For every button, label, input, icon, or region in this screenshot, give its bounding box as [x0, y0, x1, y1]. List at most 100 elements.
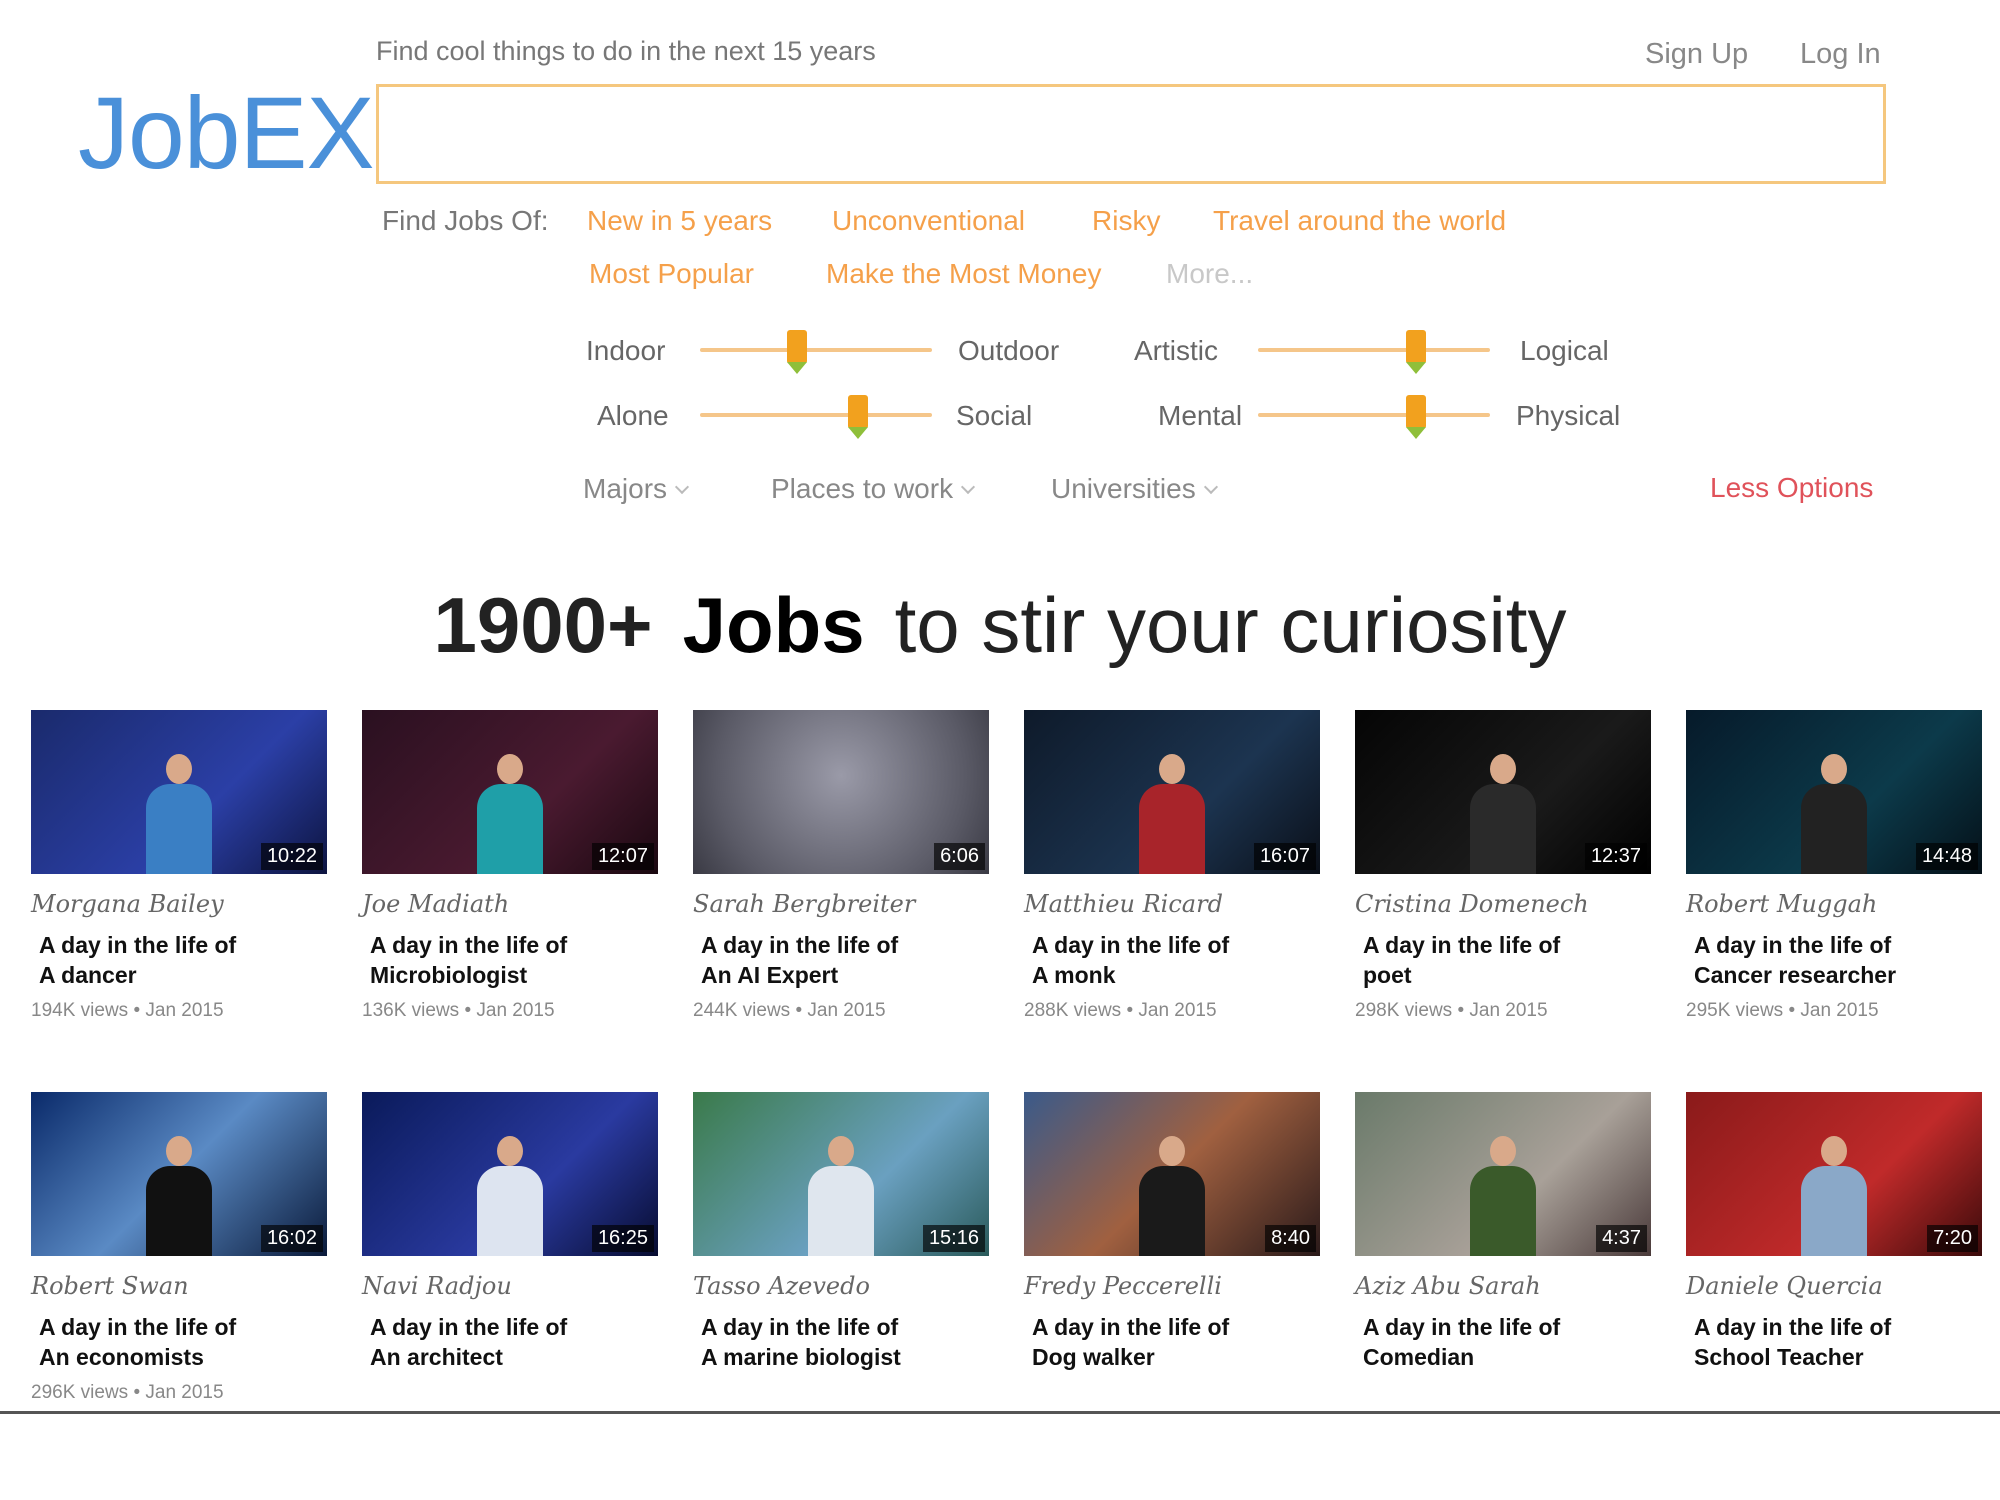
speaker-name[interactable]: Cristina Domenech: [1355, 890, 1651, 918]
category-more-link[interactable]: More...: [1166, 258, 1253, 290]
slider-thumb[interactable]: [847, 395, 868, 441]
sign-up-link[interactable]: Sign Up: [1645, 38, 1748, 71]
places-to-work-dropdown[interactable]: Places to work: [771, 473, 976, 505]
video-card[interactable]: 14:48 Robert Muggah A day in the life of Ca…: [1686, 710, 1982, 1022]
majors-dropdown[interactable]: Majors: [583, 473, 690, 505]
video-thumbnail[interactable]: 12:07: [362, 710, 658, 874]
video-duration: 4:37: [1596, 1225, 1647, 1252]
speaker-name[interactable]: Robert Swan: [31, 1272, 327, 1300]
video-title-line1: A day in the life of: [1032, 932, 1230, 958]
search-input[interactable]: [379, 87, 1883, 181]
video-thumbnail[interactable]: 16:02: [31, 1092, 327, 1256]
category-most-popular[interactable]: Most Popular: [589, 258, 754, 290]
job-count: 1900+: [433, 581, 653, 669]
video-title[interactable]: A day in the life of Dog walker: [1032, 1312, 1320, 1372]
video-title-line2: poet: [1363, 962, 1412, 988]
category-unconventional[interactable]: Unconventional: [832, 205, 1025, 237]
category-risky[interactable]: Risky: [1092, 205, 1160, 237]
video-card[interactable]: 16:07 Matthieu Ricard A day in the life of…: [1024, 710, 1320, 1022]
speaker-name[interactable]: Tasso Azevedo: [693, 1272, 989, 1300]
video-meta: 298K views • Jan 2015: [1355, 1000, 1548, 1021]
artistic-logical-slider[interactable]: [1258, 330, 1490, 374]
video-thumbnail[interactable]: 16:07: [1024, 710, 1320, 874]
video-duration: 16:02: [260, 1225, 323, 1252]
video-thumbnail[interactable]: 6:06: [693, 710, 989, 874]
video-thumbnail[interactable]: 12:37: [1355, 710, 1651, 874]
video-title-line1: A day in the life of: [1032, 1314, 1230, 1340]
video-card[interactable]: 16:25 Navi Radjou A day in the life of An a…: [362, 1092, 658, 1382]
speaker-name[interactable]: Morgana Bailey: [31, 890, 327, 918]
slider-social-label: Social: [956, 400, 1033, 431]
speaker-name[interactable]: Fredy Peccerelli: [1024, 1272, 1320, 1300]
alone-social-slider[interactable]: [700, 395, 932, 439]
speaker-name[interactable]: Daniele Quercia: [1686, 1272, 1982, 1300]
speaker-name[interactable]: Robert Muggah: [1686, 890, 1982, 918]
video-card[interactable]: 10:22 Morgana Bailey A day in the life of A…: [31, 710, 327, 1022]
video-title[interactable]: A day in the life of An economists: [39, 1312, 327, 1372]
video-thumbnail[interactable]: 15:16: [693, 1092, 989, 1256]
video-thumbnail[interactable]: 16:25: [362, 1092, 658, 1256]
indoor-outdoor-slider[interactable]: [700, 330, 932, 374]
video-title[interactable]: A day in the life of Comedian: [1363, 1312, 1651, 1372]
speaker-figure: [144, 1136, 214, 1256]
video-title-line2: A monk: [1032, 962, 1116, 988]
video-title[interactable]: A day in the life of A monk: [1032, 930, 1320, 990]
speaker-figure: [1468, 1136, 1538, 1256]
video-title-line1: A day in the life of: [1694, 1314, 1892, 1340]
speaker-name[interactable]: Matthieu Ricard: [1024, 890, 1320, 918]
slider-thumb[interactable]: [787, 330, 808, 376]
video-title[interactable]: A day in the life of An architect: [370, 1312, 658, 1372]
video-title-line2: An architect: [370, 1344, 503, 1370]
video-card[interactable]: 12:37 Cristina Domenech A day in the life …: [1355, 710, 1651, 1022]
video-title[interactable]: A day in the life of poet: [1363, 930, 1651, 990]
universities-dropdown[interactable]: Universities: [1051, 473, 1218, 505]
video-thumbnail[interactable]: 8:40: [1024, 1092, 1320, 1256]
video-title[interactable]: A day in the life of A marine biologist: [701, 1312, 989, 1372]
speaker-figure: [806, 1136, 876, 1256]
category-travel-around-the-world[interactable]: Travel around the world: [1213, 205, 1506, 237]
slider-thumb[interactable]: [1405, 395, 1426, 441]
speaker-name[interactable]: Aziz Abu Sarah: [1355, 1272, 1651, 1300]
video-card[interactable]: 15:16 Tasso Azevedo A day in the life of A …: [693, 1092, 989, 1382]
video-title[interactable]: A day in the life of Microbiologist: [370, 930, 658, 990]
video-duration: 16:07: [1253, 843, 1316, 870]
category-make-the-most-money[interactable]: Make the Most Money: [826, 258, 1101, 290]
mental-physical-slider[interactable]: [1258, 395, 1490, 439]
video-title-line2: Cancer researcher: [1694, 962, 1897, 988]
video-card[interactable]: 16:02 Robert Swan A day in the life of An e…: [31, 1092, 327, 1404]
video-card[interactable]: 6:06 Sarah Bergbreiter A day in the life o…: [693, 710, 989, 1022]
speaker-name[interactable]: Sarah Bergbreiter: [693, 890, 989, 918]
video-title-line2: A dancer: [39, 962, 137, 988]
video-thumbnail[interactable]: 14:48: [1686, 710, 1982, 874]
find-jobs-label: Find Jobs Of:: [382, 205, 549, 236]
speaker-name[interactable]: Joe Madiath: [362, 890, 658, 918]
video-title[interactable]: A day in the life of A dancer: [39, 930, 327, 990]
video-card[interactable]: 8:40 Fredy Peccerelli A day in the life of…: [1024, 1092, 1320, 1382]
video-title[interactable]: A day in the life of An AI Expert: [701, 930, 989, 990]
dropdown-label: Majors: [583, 473, 668, 504]
video-title[interactable]: A day in the life of Cancer researcher: [1694, 930, 1982, 990]
video-thumbnail[interactable]: 7:20: [1686, 1092, 1982, 1256]
video-title-line1: A day in the life of: [370, 1314, 568, 1340]
video-card[interactable]: 4:37 Aziz Abu Sarah A day in the life of Co…: [1355, 1092, 1651, 1382]
video-card[interactable]: 12:07 Joe Madiath A day in the life of Micr…: [362, 710, 658, 1022]
log-in-link[interactable]: Log In: [1800, 38, 1881, 71]
video-thumbnail[interactable]: 10:22: [31, 710, 327, 874]
search-hint: Find cool things to do in the next 15 ye…: [376, 36, 876, 66]
video-title-line1: A day in the life of: [1694, 932, 1892, 958]
slider-thumb[interactable]: [1405, 330, 1426, 376]
less-options-link[interactable]: Less Options: [1710, 472, 1873, 504]
jobex-logo[interactable]: JobEX: [78, 82, 375, 184]
chevron-down-icon: [674, 479, 690, 495]
video-title[interactable]: A day in the life of School Teacher: [1694, 1312, 1982, 1372]
video-meta: 136K views • Jan 2015: [362, 1000, 555, 1021]
search-box[interactable]: [376, 84, 1886, 184]
slider-outdoor-label: Outdoor: [958, 335, 1060, 366]
video-duration: 16:25: [591, 1225, 654, 1252]
video-duration: 10:22: [260, 843, 323, 870]
category-new-in-5-years[interactable]: New in 5 years: [587, 205, 772, 237]
video-title-line2: An economists: [39, 1344, 204, 1370]
video-card[interactable]: 7:20 Daniele Quercia A day in the life of S…: [1686, 1092, 1982, 1382]
video-thumbnail[interactable]: 4:37: [1355, 1092, 1651, 1256]
speaker-name[interactable]: Navi Radjou: [362, 1272, 658, 1300]
